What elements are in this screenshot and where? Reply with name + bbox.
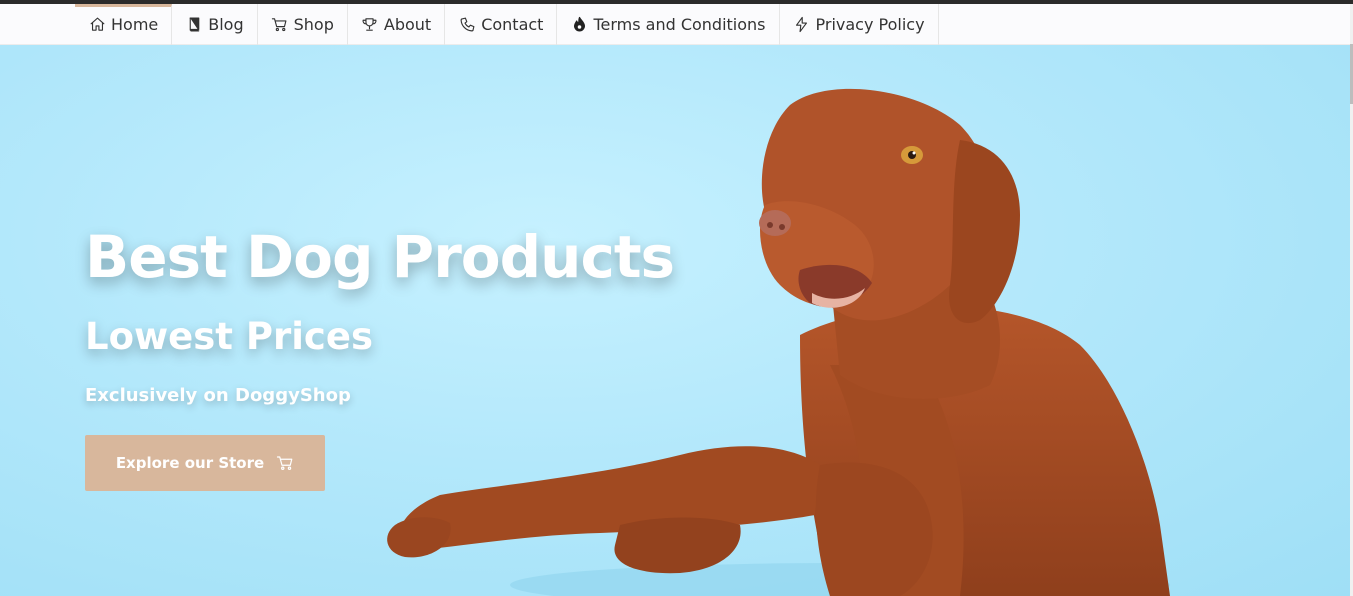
nav-item-terms[interactable]: Terms and Conditions [557,4,780,45]
nav-label: Blog [208,15,244,34]
home-icon [88,16,106,34]
bolt-icon [793,16,811,34]
cart-icon [271,16,289,34]
nav-item-shop[interactable]: Shop [258,4,348,45]
nav-item-about[interactable]: About [348,4,446,45]
main-navigation: Home Blog Shop About Contact Terms and C… [0,4,1350,45]
trophy-icon [361,16,379,34]
nav-label: Shop [293,15,334,34]
nav-item-blog[interactable]: Blog [172,4,258,45]
nav-label: Terms and Conditions [593,15,766,34]
hero-headline: Best Dog Products [85,223,675,291]
nav-item-privacy[interactable]: Privacy Policy [780,4,939,45]
hero-banner: Best Dog Products Lowest Prices Exclusiv… [0,45,1350,596]
flame-icon [570,16,588,34]
nav-label: About [383,15,432,34]
nav-label: Privacy Policy [815,15,925,34]
nav-label: Contact [481,15,544,34]
nav-item-home[interactable]: Home [75,4,173,45]
book-icon [185,16,203,34]
nav-label: Home [111,15,159,34]
explore-store-button[interactable]: Explore our Store [85,435,325,491]
hero-tagline: Exclusively on DoggyShop [85,385,351,406]
cta-label: Explore our Store [115,454,265,472]
phone-icon [458,16,476,34]
hero-subheadline: Lowest Prices [85,315,373,358]
nav-item-contact[interactable]: Contact [445,4,558,45]
dog-photo [387,88,1170,596]
cart-icon [276,454,294,472]
